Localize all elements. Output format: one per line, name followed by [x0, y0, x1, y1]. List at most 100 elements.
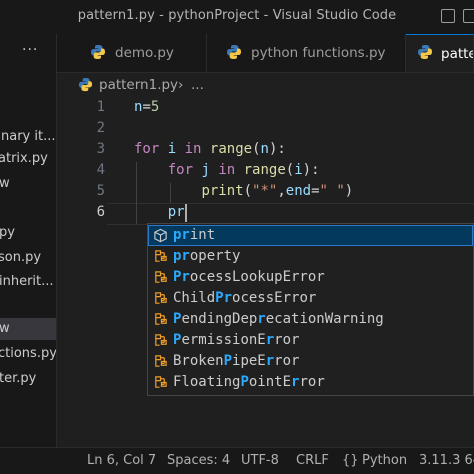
- toggle-panel-icon[interactable]: [441, 9, 455, 23]
- code-token: for: [167, 162, 194, 178]
- code-token: =: [142, 99, 151, 115]
- code-token: j: [201, 162, 210, 178]
- suggestion-match: Pr: [215, 290, 233, 306]
- class-icon: [155, 334, 167, 346]
- explorer-item[interactable]: atrix.py: [0, 148, 56, 170]
- explorer-item-selected[interactable]: w: [0, 318, 56, 340]
- explorer-item[interactable]: w: [0, 173, 56, 195]
- class-icon: [155, 355, 167, 367]
- tab-bar: demo.py python functions.py pattern1.py: [57, 34, 474, 73]
- tab-demo[interactable]: demo.py: [57, 34, 207, 72]
- indentation[interactable]: Spaces: 4: [167, 448, 230, 474]
- line-number: 4: [96, 162, 105, 178]
- explorer-sidebar: ··· nary it... atrix.py w py son.py inhe…: [0, 34, 57, 447]
- code-token: print: [201, 183, 244, 199]
- suggestion-item[interactable]: PermissionError: [148, 330, 473, 351]
- explorer-item-label: atrix.py: [0, 151, 48, 166]
- breadcrumb-symbols[interactable]: ...: [191, 73, 204, 97]
- code-line-5[interactable]: print("*",end=" "): [134, 183, 353, 199]
- class-icon: [155, 250, 167, 262]
- suggestion-label: property: [173, 246, 240, 267]
- explorer-item-label: py: [0, 225, 15, 240]
- code-token: ):: [268, 141, 286, 157]
- python-file-icon: [227, 45, 241, 59]
- code-line-6[interactable]: pr: [134, 204, 185, 220]
- suggestion-match: pr: [173, 227, 190, 243]
- suggestion-match: P: [240, 374, 249, 390]
- suggestion-label: PendingDeprecationWarning: [173, 309, 384, 330]
- suggestion-match: Pr: [173, 269, 190, 285]
- python-file-icon: [78, 77, 93, 92]
- explorer-item[interactable]: py: [0, 222, 56, 244]
- code-token: =: [311, 183, 320, 199]
- encoding[interactable]: UTF-8: [241, 448, 279, 474]
- line-number: 1: [96, 99, 105, 115]
- breadcrumb-separator: ›: [178, 77, 184, 93]
- code-token: i: [294, 162, 303, 178]
- suggestion-item[interactable]: ChildProcessError: [148, 288, 473, 309]
- python-file-icon: [91, 45, 105, 59]
- code-line-4[interactable]: for j in range(i):: [134, 162, 320, 178]
- code-token: for: [134, 141, 160, 157]
- code-token: ):: [302, 162, 320, 178]
- line-ending[interactable]: CRLF: [296, 448, 329, 474]
- suggestion-item[interactable]: property: [148, 246, 473, 267]
- suggestion-rest: operty: [189, 248, 241, 264]
- class-icon: [155, 271, 167, 283]
- code-token: (: [243, 183, 253, 199]
- code-token: range: [209, 141, 253, 157]
- braces-icon: {}: [342, 453, 359, 468]
- suggestion-item[interactable]: ProcessLookupError: [148, 267, 473, 288]
- class-icon: [155, 292, 167, 304]
- tab-python-functions[interactable]: python functions.py: [207, 34, 406, 72]
- suggestion-item[interactable]: BrokenPipeError: [148, 351, 473, 372]
- explorer-item[interactable]: nary it...: [0, 126, 56, 148]
- tab-label: demo.py: [115, 45, 174, 61]
- breadcrumb: pattern1.py › ...: [57, 73, 474, 97]
- more-actions-icon[interactable]: ···: [22, 42, 38, 58]
- suggestion-label: PermissionError: [173, 330, 299, 351]
- suggestion-mid: ointE: [248, 374, 292, 390]
- tab-label: python functions.py: [251, 45, 386, 61]
- explorer-item[interactable]: ctions.py: [0, 343, 56, 365]
- code-token: 5: [150, 99, 160, 115]
- cursor-position[interactable]: Ln 6, Col 7: [87, 448, 156, 474]
- status-bar: Ln 6, Col 7 Spaces: 4 UTF-8 CRLF {} Pyth…: [0, 447, 474, 474]
- language-mode[interactable]: Python: [362, 448, 407, 474]
- suggestion-rest: ror: [274, 353, 300, 369]
- suggestion-rest: ror: [274, 332, 300, 348]
- code-token: ): [344, 183, 354, 199]
- code-token: in: [218, 162, 236, 178]
- suggestion-item[interactable]: PendingDeprecationWarning: [148, 309, 473, 330]
- code-token: pr: [167, 204, 185, 220]
- line-number: 2: [96, 120, 105, 136]
- suggestion-label: BrokenPipeError: [173, 351, 299, 372]
- explorer-item[interactable]: ter.py: [0, 368, 56, 390]
- window-title: pattern1.py - pythonProject - Visual Stu…: [77, 8, 397, 23]
- code-token: " ": [319, 183, 345, 199]
- toggle-secondary-sidebar-icon[interactable]: [463, 9, 474, 23]
- python-file-icon: [418, 45, 432, 59]
- tab-pattern1[interactable]: pattern1.py: [406, 34, 474, 72]
- explorer-item-label: ctions.py: [0, 346, 56, 361]
- suggestion-item[interactable]: FloatingPointError: [148, 372, 473, 393]
- suggestion-match: pr: [173, 248, 190, 264]
- python-interpreter[interactable]: 3.11.3 64: [419, 448, 474, 474]
- suggestion-match: r: [265, 353, 275, 369]
- explorer-item[interactable]: son.py: [0, 247, 56, 269]
- class-icon: [155, 376, 167, 388]
- code-line-3[interactable]: for i in range(n):: [134, 141, 286, 157]
- suggestion-mid: endingDep: [181, 311, 258, 327]
- title-bar: pattern1.py - pythonProject - Visual Stu…: [0, 0, 474, 35]
- breadcrumb-file[interactable]: pattern1.py: [99, 73, 178, 97]
- suggestion-rest: ecationWarning: [265, 311, 384, 327]
- code-token: (: [285, 162, 295, 178]
- code-line-1[interactable]: n=5: [134, 99, 159, 115]
- suggestion-rest: int: [189, 227, 216, 243]
- explorer-item[interactable]: inherit...: [0, 271, 56, 293]
- explorer-item-label: inherit...: [0, 274, 54, 289]
- code-token: in: [184, 141, 202, 157]
- explorer-item-label: w: [0, 176, 10, 191]
- suggestion-prefix: Broken: [173, 353, 224, 369]
- suggestion-item[interactable]: print: [148, 225, 473, 246]
